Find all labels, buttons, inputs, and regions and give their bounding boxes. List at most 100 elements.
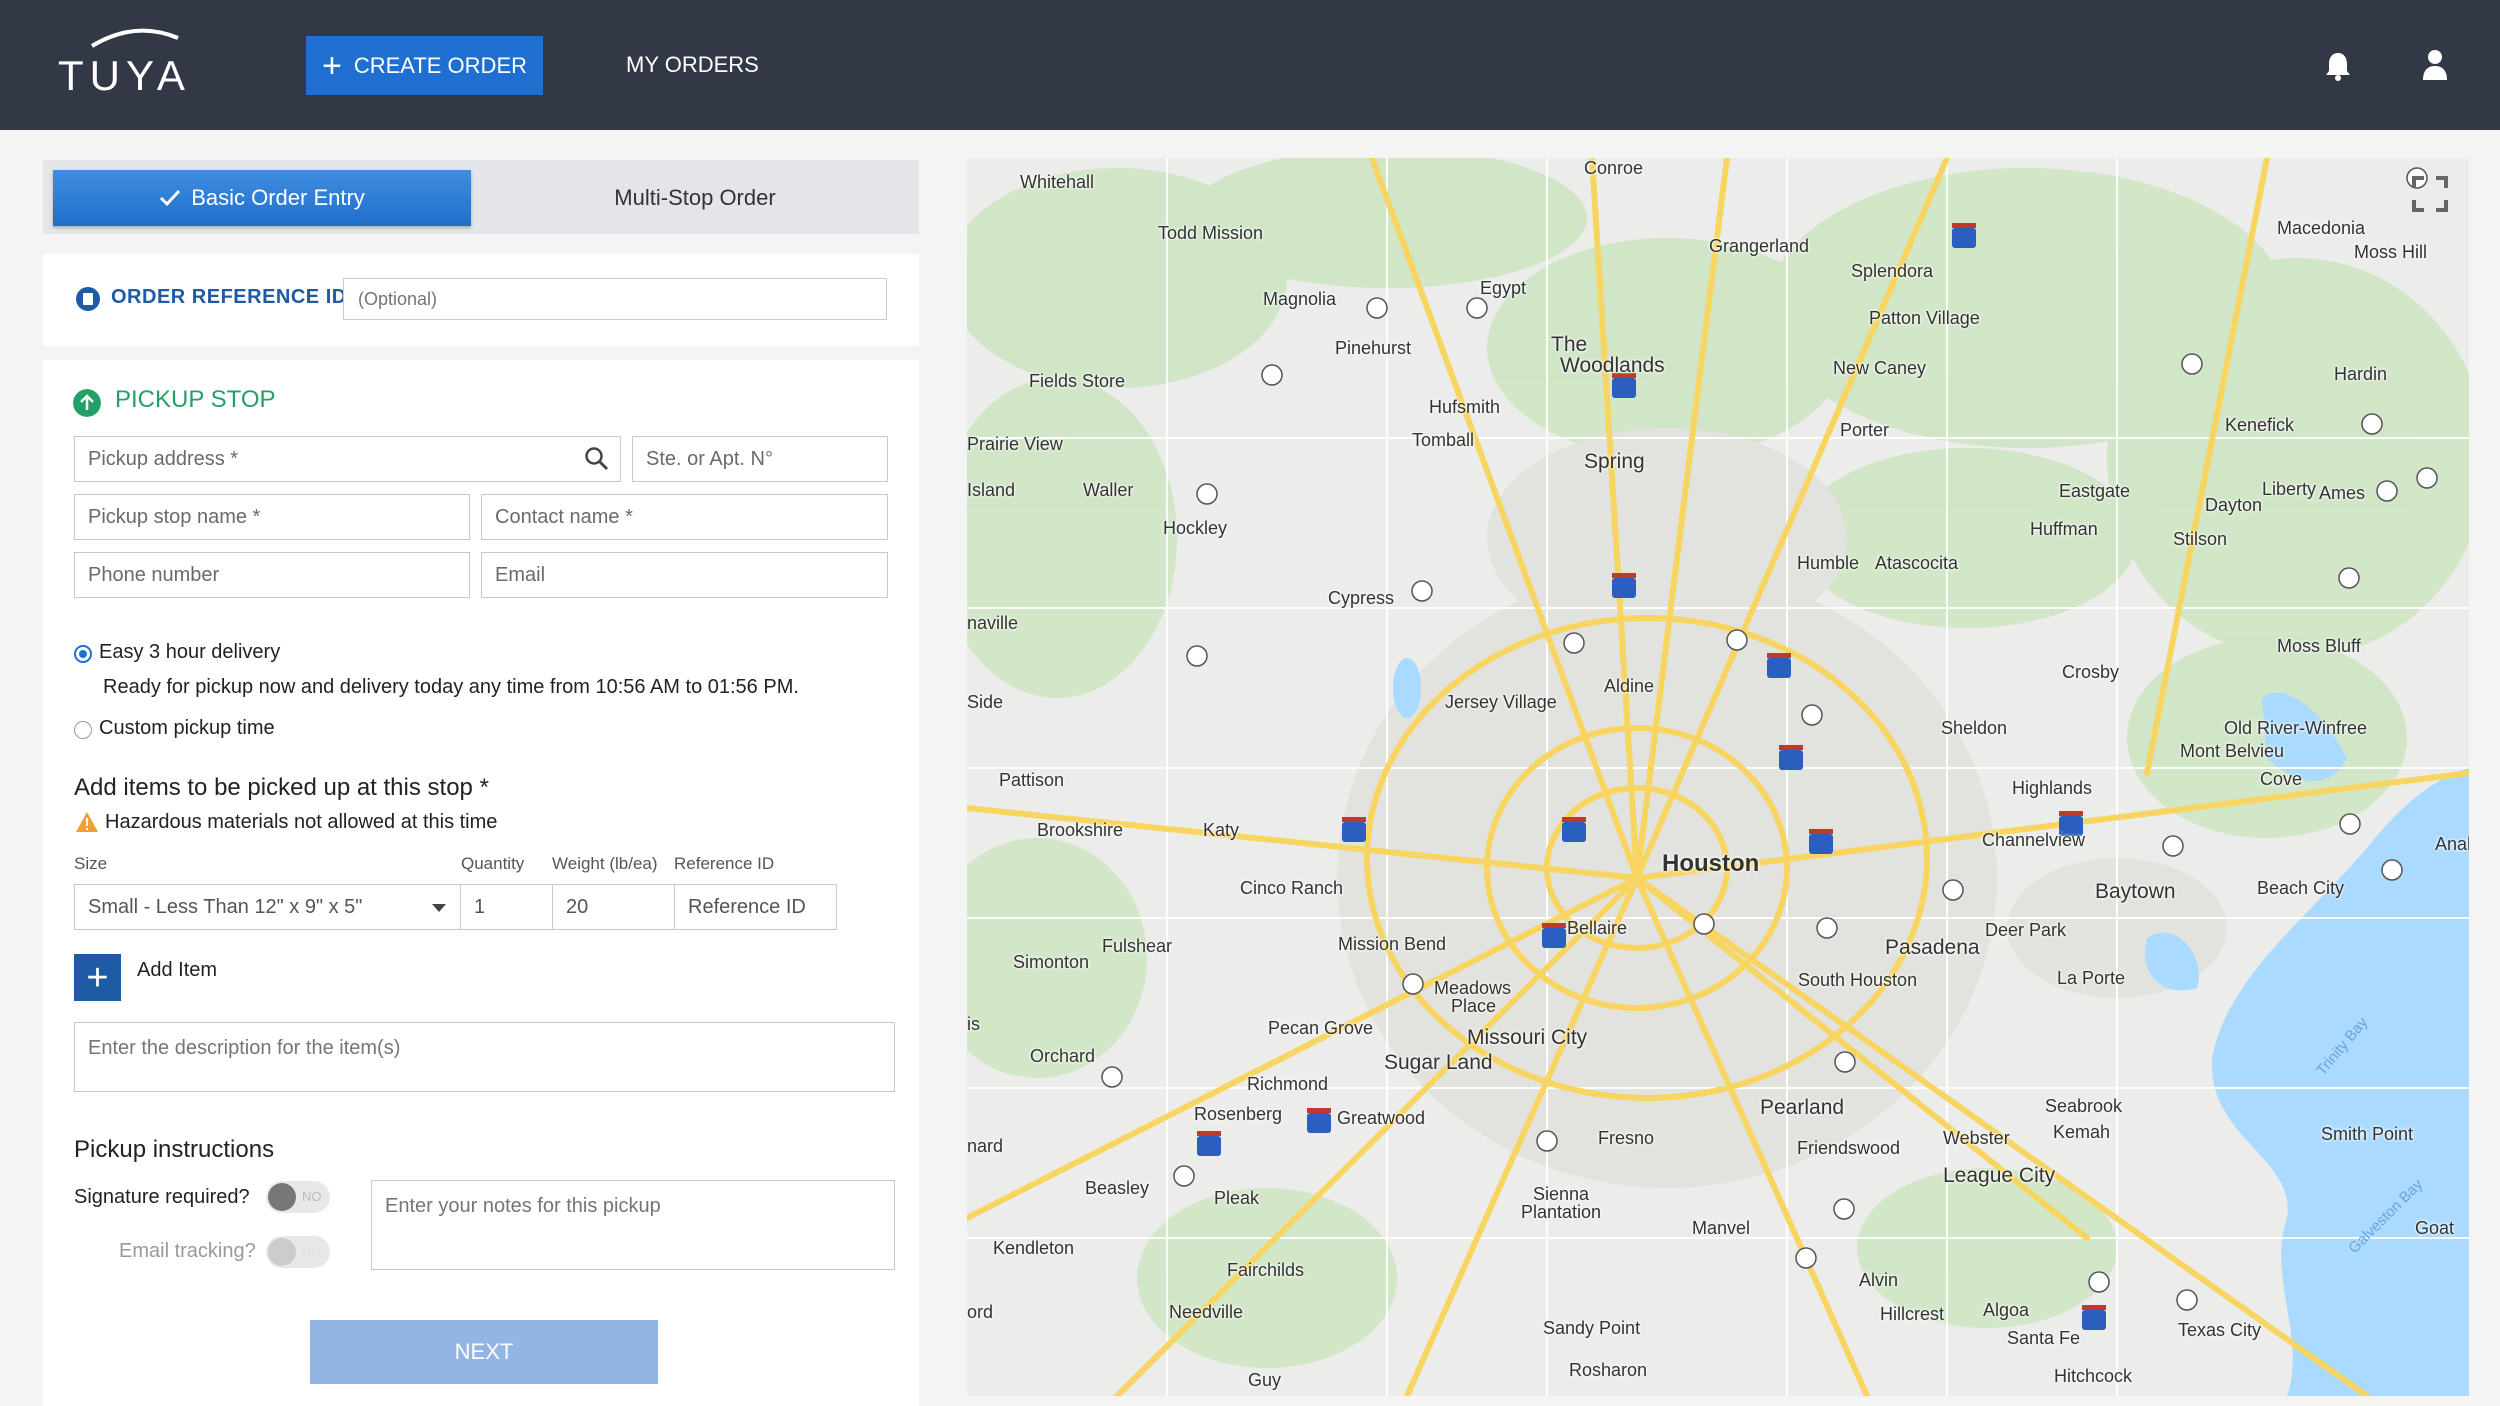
warning-icon: [76, 812, 98, 832]
signature-toggle[interactable]: NO: [266, 1181, 330, 1213]
check-icon: [160, 189, 181, 207]
map-label: Deer Park: [1985, 920, 2067, 940]
size-select-value: Small - Less Than 12" x 9" x 5": [88, 896, 363, 918]
add-item-label[interactable]: Add Item: [137, 959, 217, 982]
map-label: Simonton: [1013, 952, 1090, 972]
order-reference-input[interactable]: [343, 278, 887, 320]
signature-required-label: Signature required?: [74, 1186, 250, 1208]
weight-column-label: Weight (lb/ea): [552, 854, 658, 873]
contact-name-input[interactable]: [481, 494, 888, 540]
map-label: Side: [967, 692, 1004, 712]
map-label: Tomball: [1412, 430, 1475, 450]
item-description-input[interactable]: [74, 1022, 895, 1092]
map-label: naville: [967, 613, 1019, 633]
email-input[interactable]: [481, 552, 888, 598]
map-label: Crosby: [2062, 662, 2120, 682]
map-label: New Caney: [1833, 358, 1927, 378]
reference-column-label: Reference ID: [674, 854, 775, 873]
custom-pickup-label[interactable]: Custom pickup time: [99, 717, 275, 740]
map-label: Hardin: [2334, 364, 2388, 384]
map-label: Eastgate: [2059, 481, 2131, 501]
map-label: Pleak: [1214, 1188, 1260, 1208]
map-label: Sandy Point: [1543, 1318, 1641, 1338]
map-label: Kendleton: [993, 1238, 1075, 1258]
add-items-title: Add items to be picked up at this stop *: [74, 774, 489, 801]
pickup-stop-name-input[interactable]: [74, 494, 470, 540]
order-type-tabs: Basic Order Entry Multi-Stop Order: [43, 160, 919, 234]
map-label: Aldine: [1604, 676, 1655, 696]
map-label: Hillcrest: [1880, 1304, 1945, 1324]
map-label: Grangerland: [1709, 236, 1810, 256]
map-label: Beasley: [1085, 1178, 1150, 1198]
map-canvas: [967, 158, 2469, 1396]
phone-number-input[interactable]: [74, 552, 470, 598]
logo-arc-icon: [90, 28, 179, 48]
map-label: Rosenberg: [1194, 1104, 1283, 1124]
map-label: Whitehall: [1020, 172, 1095, 192]
weight-input[interactable]: 20: [552, 884, 675, 930]
map-label: Pinehurst: [1335, 338, 1412, 358]
map-label: Manvel: [1692, 1218, 1751, 1238]
map-label: Woodlands: [1560, 354, 1665, 377]
map-label: Brookshire: [1037, 820, 1124, 840]
bell-icon[interactable]: [2322, 50, 2354, 82]
map-label: Conroe: [1584, 158, 1644, 178]
size-select[interactable]: Small - Less Than 12" x 9" x 5": [74, 884, 461, 930]
map-label: Mission Bend: [1338, 934, 1447, 954]
map-label: Fields Store: [1029, 371, 1126, 391]
toggle-knob: [268, 1183, 296, 1211]
map-label: Place: [1451, 996, 1497, 1016]
map-label: Goat: [2415, 1218, 2455, 1238]
tab-basic-order-entry[interactable]: Basic Order Entry: [53, 170, 471, 226]
map-label: Smith Point: [2321, 1124, 2414, 1144]
map-label: Magnolia: [1263, 289, 1337, 309]
map-label: Kenefick: [2225, 415, 2295, 435]
map-label: Rosharon: [1569, 1360, 1648, 1380]
plus-icon: +: [321, 46, 342, 85]
map-label: Friendswood: [1797, 1138, 1901, 1158]
plus-icon: +: [86, 956, 109, 999]
custom-pickup-radio[interactable]: [74, 721, 92, 739]
quantity-column-label: Quantity: [461, 854, 525, 873]
tuya-logo[interactable]: TUYA: [58, 26, 218, 99]
map-label: Patton Village: [1869, 308, 1980, 328]
item-reference-input[interactable]: Reference ID: [674, 884, 837, 930]
add-item-button[interactable]: +: [74, 954, 121, 1001]
map-label: Atascocita: [1875, 553, 1959, 573]
pickup-address-input[interactable]: [74, 436, 621, 482]
item-reference-placeholder: Reference ID: [688, 896, 806, 918]
pickup-notes-input[interactable]: [371, 1180, 895, 1270]
easy-delivery-label[interactable]: Easy 3 hour delivery: [99, 641, 280, 664]
tab-multi-label: Multi-Stop Order: [614, 185, 776, 210]
map-label: Dayton: [2205, 495, 2263, 515]
map-label: Porter: [1840, 420, 1890, 440]
map-label: Kemah: [2053, 1122, 2111, 1142]
create-order-button[interactable]: + CREATE ORDER: [306, 36, 543, 95]
pickup-stop-title: PICKUP STOP: [115, 386, 276, 413]
quantity-input[interactable]: 1: [460, 884, 553, 930]
next-button[interactable]: NEXT: [310, 1320, 658, 1384]
map-label: Texas City: [2178, 1320, 2262, 1340]
user-icon[interactable]: [2420, 48, 2450, 82]
map-label: Fairchilds: [1227, 1260, 1305, 1280]
quantity-value: 1: [474, 896, 486, 918]
email-tracking-toggle[interactable]: NO: [266, 1236, 330, 1268]
easy-delivery-radio[interactable]: [74, 645, 92, 663]
map-label: Jersey Village: [1445, 692, 1557, 712]
tab-multi-stop-order[interactable]: Multi-Stop Order: [483, 170, 907, 226]
map-label: Old River-Winfree: [2224, 718, 2368, 738]
map-label: Waller: [1083, 480, 1134, 500]
map-label: Richmond: [1247, 1074, 1329, 1094]
map-label: Huffman: [2030, 519, 2098, 539]
arrow-up-circle-icon: [73, 389, 101, 417]
suite-input[interactable]: [632, 436, 888, 482]
create-order-label: CREATE ORDER: [353, 52, 528, 78]
order-reference-card: ORDER REFERENCE ID: [43, 254, 919, 346]
hazard-warning-text: Hazardous materials not allowed at this …: [105, 811, 498, 833]
my-orders-link[interactable]: MY ORDERS: [626, 52, 759, 78]
map-view[interactable]: Conroe Whitehall Todd Mission Grangerlan…: [967, 158, 2469, 1396]
map-label: Houston: [1662, 850, 1760, 877]
search-icon[interactable]: [584, 446, 610, 472]
map-label: Hitchcock: [2054, 1366, 2133, 1386]
fullscreen-icon[interactable]: [2412, 176, 2448, 212]
